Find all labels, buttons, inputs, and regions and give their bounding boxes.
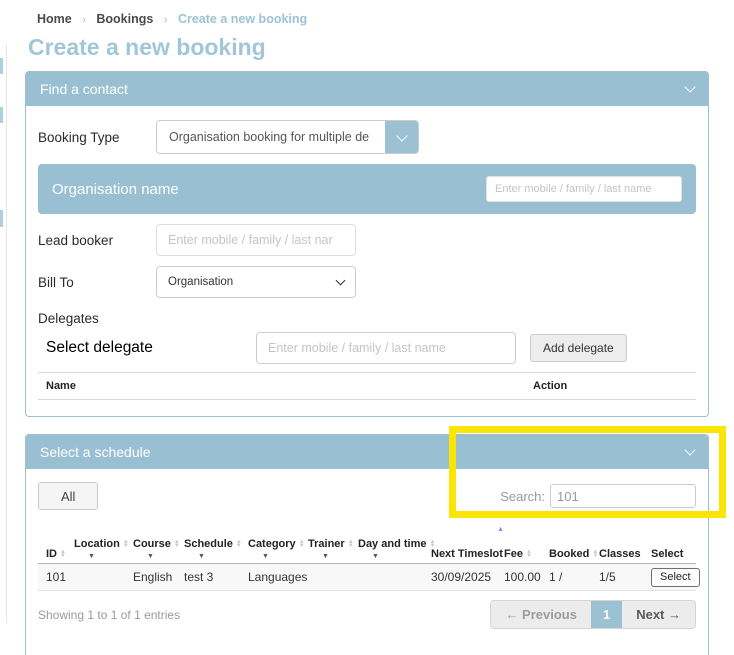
booking-type-value: Organisation booking for multiple de xyxy=(157,121,385,153)
search-label: Search: xyxy=(500,489,545,504)
select-schedule-panel: Select a schedule All Search: ID ▲▼ xyxy=(25,434,709,655)
bill-to-label: Bill To xyxy=(38,275,156,290)
breadcrumb: Home › Bookings › Create a new booking xyxy=(37,12,709,28)
sort-icon[interactable]: ▲▼ xyxy=(299,540,305,548)
select-schedule-panel-body: All Search: ID ▲▼ Location ▲▼ xyxy=(26,482,708,645)
page-title: Create a new booking xyxy=(28,33,709,61)
schedule-table: ID ▲▼ Location ▲▼ ▼ Course ▲▼ xyxy=(38,524,696,591)
chevron-down-icon[interactable] xyxy=(684,444,695,455)
filter-caret-icon[interactable]: ▼ xyxy=(184,553,248,560)
lead-booker-input[interactable] xyxy=(156,224,356,256)
filter-caret-icon[interactable]: ▼ xyxy=(133,553,184,560)
add-delegate-button[interactable]: Add delegate xyxy=(530,334,627,362)
chevron-down-icon xyxy=(396,130,407,141)
booking-type-select[interactable]: Organisation booking for multiple de xyxy=(156,120,419,154)
table-row: 101 English test 3 Languages 30/09/2025 … xyxy=(38,564,696,591)
find-contact-panel-body: Booking Type Organisation booking for mu… xyxy=(26,120,708,416)
search-input[interactable] xyxy=(550,484,696,508)
bill-to-value: Organisation xyxy=(168,276,233,288)
column-header-day-and-time[interactable]: Day and time ▲▼ ▼ xyxy=(358,524,431,563)
organisation-name-bar: Organisation name xyxy=(38,164,696,214)
column-header-id[interactable]: ID ▲▼ xyxy=(46,524,74,563)
sort-icon[interactable]: ▲▼ xyxy=(236,540,242,548)
column-header-location[interactable]: Location ▲▼ ▼ xyxy=(74,524,133,563)
delegates-label: Delegates xyxy=(38,311,696,326)
select-delegate-label: Select delegate xyxy=(38,339,256,357)
sort-icon[interactable]: ▲▼ xyxy=(60,550,66,558)
lead-booker-row: Lead booker xyxy=(38,224,696,256)
column-header-category[interactable]: Category ▲▼ ▼ xyxy=(248,524,308,563)
find-contact-panel-title: Find a contact xyxy=(40,81,128,97)
breadcrumb-separator-icon: › xyxy=(82,14,86,26)
filter-caret-icon[interactable]: ▼ xyxy=(248,553,308,560)
delegates-action-header: Action xyxy=(533,380,567,392)
all-filter-button[interactable]: All xyxy=(38,482,98,510)
sort-icon[interactable]: ▲▼ xyxy=(123,540,129,548)
column-header-next-timeslot[interactable]: ▲ Next Timeslot xyxy=(431,524,504,563)
cell-select: Select xyxy=(651,568,698,587)
left-edge-line xyxy=(6,45,7,623)
cell-fee: 100.00 xyxy=(504,570,549,584)
next-page-button[interactable]: Next → xyxy=(622,601,695,628)
find-contact-panel: Find a contact Booking Type Organisation… xyxy=(25,71,709,417)
page-container: Home › Bookings › Create a new booking C… xyxy=(25,12,709,655)
delegates-name-header: Name xyxy=(38,380,533,392)
column-header-schedule[interactable]: Schedule ▲▼ ▼ xyxy=(184,524,248,563)
page-number-button[interactable]: 1 xyxy=(591,601,622,628)
filter-caret-icon[interactable]: ▼ xyxy=(74,553,133,560)
delegates-table-header: Name Action xyxy=(38,372,696,400)
cell-next-timeslot: 30/09/2025 xyxy=(431,570,504,584)
search-control: Search: xyxy=(500,484,696,508)
find-contact-panel-header[interactable]: Find a contact xyxy=(26,72,708,106)
sort-icon[interactable]: ▲▼ xyxy=(526,550,532,558)
schedule-footer: Showing 1 to 1 of 1 entries ← Previous 1… xyxy=(38,600,696,629)
select-delegate-row: Select delegate Add delegate xyxy=(38,332,696,364)
left-edge-artifact xyxy=(0,107,3,123)
bill-to-row: Bill To Organisation xyxy=(38,266,696,298)
column-header-classes: Classes xyxy=(599,524,651,563)
sort-icon[interactable]: ▲▼ xyxy=(592,550,598,558)
column-header-booked[interactable]: Booked ▲▼ xyxy=(549,524,599,563)
row-select-button[interactable]: Select xyxy=(651,568,700,587)
select-schedule-panel-header[interactable]: Select a schedule xyxy=(26,435,708,469)
organisation-name-input[interactable] xyxy=(486,176,682,202)
cell-category: Languages xyxy=(248,570,308,584)
schedule-table-header: ID ▲▼ Location ▲▼ ▼ Course ▲▼ xyxy=(38,524,696,564)
sort-icon[interactable]: ▲▼ xyxy=(174,540,180,548)
pagination: ← Previous 1 Next → xyxy=(490,600,696,629)
booking-type-dropdown-button[interactable] xyxy=(385,121,418,153)
cell-id: 101 xyxy=(46,570,74,584)
chevron-down-icon[interactable] xyxy=(684,81,695,92)
cell-schedule: test 3 xyxy=(184,570,248,584)
breadcrumb-bookings[interactable]: Bookings xyxy=(96,12,153,26)
breadcrumb-current: Create a new booking xyxy=(178,12,307,26)
previous-page-button[interactable]: ← Previous xyxy=(491,601,591,628)
column-header-select: Select xyxy=(651,524,698,563)
select-delegate-input[interactable] xyxy=(256,332,516,364)
lead-booker-label: Lead booker xyxy=(38,233,156,248)
breadcrumb-separator-icon: › xyxy=(164,14,168,26)
sort-icon[interactable]: ▲▼ xyxy=(348,540,354,548)
select-schedule-panel-title: Select a schedule xyxy=(40,444,151,460)
chevron-down-icon xyxy=(336,276,346,286)
organisation-name-label: Organisation name xyxy=(52,181,179,198)
cell-classes: 1/5 xyxy=(599,570,651,584)
booking-type-row: Booking Type Organisation booking for mu… xyxy=(38,120,696,154)
column-header-trainer[interactable]: Trainer ▲▼ ▼ xyxy=(308,524,358,563)
sort-ascending-active-icon: ▲ xyxy=(497,526,504,533)
cell-booked: 1 / xyxy=(549,570,599,584)
column-header-fee[interactable]: Fee ▲▼ xyxy=(504,524,549,563)
cell-course: English xyxy=(133,570,184,584)
booking-type-label: Booking Type xyxy=(38,130,156,145)
schedule-toolbar: All Search: xyxy=(38,482,696,510)
filter-caret-icon[interactable]: ▼ xyxy=(308,553,358,560)
column-header-course[interactable]: Course ▲▼ ▼ xyxy=(133,524,184,563)
bill-to-select[interactable]: Organisation xyxy=(156,266,356,298)
left-edge-artifact xyxy=(0,210,3,227)
entries-info: Showing 1 to 1 of 1 entries xyxy=(38,608,180,622)
left-edge-artifact xyxy=(0,58,3,74)
breadcrumb-home[interactable]: Home xyxy=(37,12,72,26)
filter-caret-icon[interactable]: ▼ xyxy=(358,553,431,560)
